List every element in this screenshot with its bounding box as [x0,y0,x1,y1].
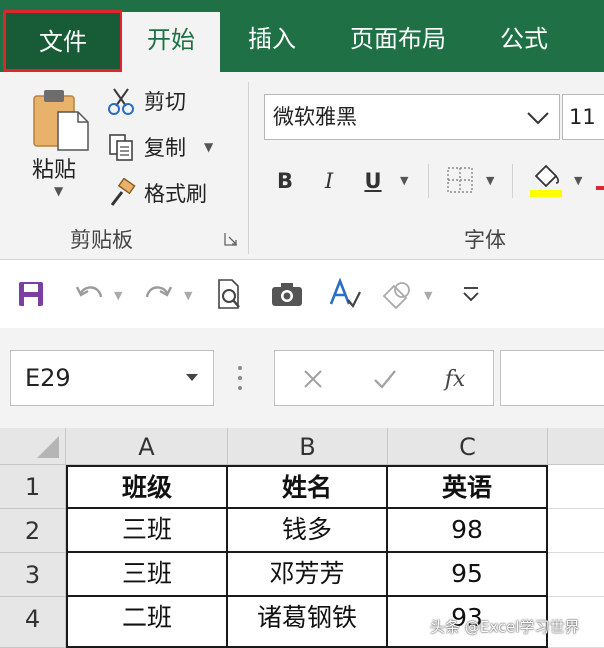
font-name-value: 微软雅黑 [273,105,357,129]
save-icon[interactable] [14,277,48,311]
table-cell[interactable]: 钱多 [228,509,388,553]
column-header-d[interactable] [548,428,604,465]
format-painter-label: 格式刷 [144,182,207,206]
copy-button[interactable]: 复制 ▼ [104,130,213,164]
name-box-value: E29 [25,364,71,392]
column-header-c[interactable]: C [388,428,548,465]
undo-dropdown-chevron-icon[interactable]: ▼ [114,289,122,302]
insert-function-button[interactable]: fx [439,363,471,395]
font-group-divider [428,164,429,198]
row-header-4[interactable]: 4 [0,597,66,648]
format-painter-button[interactable]: 格式刷 [104,176,207,210]
copy-label: 复制 [144,136,186,160]
tab-formulas[interactable]: 公式 [488,0,560,72]
bold-button[interactable]: B [272,164,298,198]
check-icon [374,370,396,389]
paste-icon[interactable] [30,86,92,152]
redo-dropdown-chevron-icon[interactable]: ▼ [184,289,192,302]
row-header-2[interactable]: 2 [0,509,66,553]
confirm-entry-button[interactable] [369,363,401,395]
font-name-select[interactable]: 微软雅黑 [264,94,560,140]
name-box[interactable]: E29 [10,350,214,406]
quick-access-toolbar: ▼ ▼ ▼ [0,261,604,327]
tab-page-layout[interactable]: 页面布局 [340,0,456,72]
print-preview-icon[interactable] [212,277,246,311]
copy-dropdown-chevron-icon[interactable]: ▼ [204,140,213,154]
copy-icon [104,132,138,162]
fill-color-icon[interactable] [528,160,564,198]
formula-bar: E29 fx [0,328,604,428]
row-header-1[interactable]: 1 [0,465,66,509]
paste-button-label[interactable]: 粘贴 [32,152,76,184]
table-cell[interactable]: 三班 [66,509,228,553]
underline-dropdown-chevron-icon[interactable]: ▼ [400,174,408,187]
more-options-icon[interactable] [237,364,243,392]
font-size-select[interactable]: 11 [562,94,604,140]
fill-color-dropdown-chevron-icon[interactable]: ▼ [574,174,582,187]
font-group-divider-2 [512,164,513,198]
customize-toolbar-icon[interactable] [454,277,488,311]
tab-home[interactable]: 开始 [122,12,220,74]
formula-actions: fx [274,350,494,406]
format-painter-icon [104,178,138,208]
table-cell[interactable]: 邓芳芳 [228,553,388,597]
ribbon: 粘贴 ▼ 剪切 复制 ▼ 格式刷 剪贴板 微软雅黑 11 B I U ▼ ▼ ▼… [0,72,604,260]
scissors-icon [104,86,138,116]
borders-icon[interactable] [446,166,474,194]
watermark: 头条 @Excel学习世界 [430,618,580,636]
close-icon [304,370,322,388]
underline-button[interactable]: U [360,164,386,198]
ribbon-tab-bar: 文件 开始 插入 页面布局 公式 [0,0,604,74]
table-header-cell[interactable]: 班级 [66,465,228,509]
select-all-button[interactable] [0,428,66,465]
spreadsheet-grid: A B C 1 2 3 4 班级 姓名 英语 三班 钱多 98 三班 邓芳芳 9… [0,428,604,648]
camera-icon[interactable] [270,277,304,311]
table-cell[interactable]: 诸葛钢铁 [228,597,388,648]
font-color-swatch[interactable] [596,186,604,190]
cancel-entry-button[interactable] [297,363,329,395]
table-cell[interactable]: 三班 [66,553,228,597]
column-header-b[interactable]: B [228,428,388,465]
dialog-launcher-icon[interactable] [224,232,238,246]
paste-dropdown-chevron-icon[interactable]: ▼ [54,184,63,198]
font-group-label: 字体 [464,228,506,252]
formula-input[interactable] [500,350,604,406]
table-header-cell[interactable]: 英语 [388,465,548,509]
table-cell[interactable] [548,509,604,553]
cut-button[interactable]: 剪切 [104,84,186,118]
name-box-dropdown-chevron-icon[interactable] [185,371,199,385]
table-cell[interactable]: 二班 [66,597,228,648]
italic-button[interactable]: I [316,164,342,198]
redo-icon[interactable] [142,277,176,311]
table-cell[interactable]: 95 [388,553,548,597]
touch-mode-icon[interactable] [380,277,414,311]
cut-label: 剪切 [144,90,186,114]
table-cell[interactable]: 98 [388,509,548,553]
spelling-icon[interactable] [328,277,362,311]
table-header-cell[interactable]: 姓名 [228,465,388,509]
borders-dropdown-chevron-icon[interactable]: ▼ [486,174,494,187]
chevron-down-icon[interactable] [521,95,555,139]
undo-icon[interactable] [72,277,106,311]
tab-file[interactable]: 文件 [3,10,123,72]
ribbon-group-divider [248,82,249,254]
table-cell[interactable] [548,553,604,597]
row-header-3[interactable]: 3 [0,553,66,597]
tab-insert[interactable]: 插入 [234,0,310,72]
column-header-a[interactable]: A [66,428,228,465]
table-cell[interactable] [548,465,604,509]
touch-mode-dropdown-chevron-icon[interactable]: ▼ [424,289,432,302]
clipboard-group-label: 剪贴板 [70,228,133,252]
